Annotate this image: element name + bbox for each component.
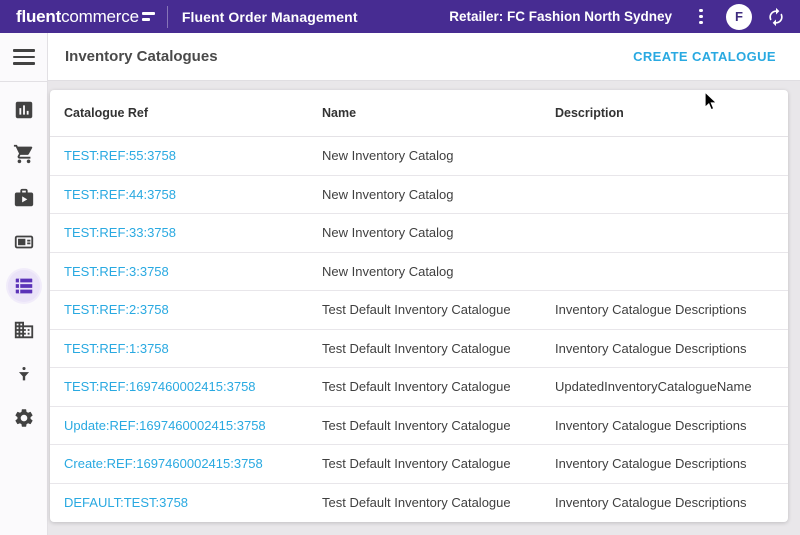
catalogue-ref-link[interactable]: TEST:REF:2:3758 [64,302,169,317]
catalogue-ref-link[interactable]: TEST:REF:1:3758 [64,341,169,356]
sidebar-item-settings[interactable] [8,402,40,434]
logo-equals-icon [142,12,155,20]
catalogue-name: New Inventory Catalog [322,225,555,240]
table-header-row: Catalogue Ref Name Description [50,90,788,137]
catalogue-description: Inventory Catalogue Descriptions [555,456,788,471]
catalogue-description: UpdatedInventoryCatalogueName [555,379,788,394]
table-body: TEST:REF:55:3758 New Inventory Catalog T… [50,137,788,522]
catalogues-table-card: Catalogue Ref Name Description TEST:REF:… [50,90,788,522]
catalogue-ref-link[interactable]: TEST:REF:33:3758 [64,225,176,240]
catalogue-name: Test Default Inventory Catalogue [322,418,555,433]
page-title: Inventory Catalogues [65,48,218,65]
table-row[interactable]: TEST:REF:1:3758 Test Default Inventory C… [50,330,788,369]
column-header-description: Description [555,106,788,120]
catalogue-ref-link[interactable]: Update:REF:1697460002415:3758 [64,418,266,433]
catalogue-name: Test Default Inventory Catalogue [322,341,555,356]
catalogue-ref-link[interactable]: TEST:REF:55:3758 [64,148,176,163]
table-row[interactable]: TEST:REF:2:3758 Test Default Inventory C… [50,291,788,330]
catalogue-name: Test Default Inventory Catalogue [322,379,555,394]
catalogue-name: Test Default Inventory Catalogue [322,495,555,510]
shopping-cart-icon [13,143,35,165]
catalogue-description: Inventory Catalogue Descriptions [555,302,788,317]
sidebar-item-orders[interactable] [8,138,40,170]
table-row[interactable]: TEST:REF:1697460002415:3758 Test Default… [50,368,788,407]
table-row[interactable]: TEST:REF:3:3758 New Inventory Catalog [50,253,788,292]
sidebar-item-locations[interactable] [8,314,40,346]
logo-text-light: commerce [61,8,139,25]
catalogue-name: New Inventory Catalog [322,148,555,163]
gear-icon [13,407,35,429]
table-row[interactable]: TEST:REF:55:3758 New Inventory Catalog [50,137,788,176]
sidebar-item-dashboard[interactable] [8,94,40,126]
sidebar-item-fulfilments[interactable] [8,182,40,214]
column-header-name: Name [322,106,555,120]
catalogue-name: Test Default Inventory Catalogue [322,456,555,471]
hamburger-menu-icon[interactable] [13,49,35,65]
sidebar-item-utilities[interactable] [8,358,40,390]
table-row[interactable]: TEST:REF:44:3758 New Inventory Catalog [50,176,788,215]
catalogue-description: Inventory Catalogue Descriptions [555,418,788,433]
refresh-icon[interactable] [766,7,786,27]
catalogue-name: New Inventory Catalog [322,264,555,279]
column-header-catalogue-ref: Catalogue Ref [50,106,322,120]
catalogue-description: Inventory Catalogue Descriptions [555,341,788,356]
card-panel-icon [13,231,35,253]
funnel-icon [13,363,35,385]
appbar-divider [167,6,168,28]
catalogue-ref-link[interactable]: TEST:REF:44:3758 [64,187,176,202]
fluentcommerce-logo[interactable]: fluentcommerce [16,8,155,25]
inventory-rows-icon [13,275,35,297]
more-options-icon[interactable] [692,6,710,28]
sidebar-item-inventory[interactable] [8,270,40,302]
table-row[interactable]: Update:REF:1697460002415:3758 Test Defau… [50,407,788,446]
app-header: fluentcommerce Fluent Order Management R… [0,0,800,33]
sidebar-item-payments[interactable] [8,226,40,258]
app-title: Fluent Order Management [182,9,358,25]
catalogue-ref-link[interactable]: TEST:REF:3:3758 [64,264,169,279]
table-row[interactable]: TEST:REF:33:3758 New Inventory Catalog [50,214,788,253]
bar-chart-icon [13,99,35,121]
catalogue-description: Inventory Catalogue Descriptions [555,495,788,510]
create-catalogue-button[interactable]: CREATE CATALOGUE [633,49,776,64]
table-row[interactable]: DEFAULT:TEST:3758 Test Default Inventory… [50,484,788,523]
retailer-label: Retailer: FC Fashion North Sydney [449,9,672,24]
catalogue-name: New Inventory Catalog [322,187,555,202]
table-row[interactable]: Create:REF:1697460002415:3758 Test Defau… [50,445,788,484]
building-icon [13,319,35,341]
avatar[interactable]: F [726,4,752,30]
sidebar [0,33,48,535]
catalogue-ref-link[interactable]: Create:REF:1697460002415:3758 [64,456,263,471]
catalogue-name: Test Default Inventory Catalogue [322,302,555,317]
page-titlebar: Inventory Catalogues CREATE CATALOGUE [48,33,800,81]
catalogue-ref-link[interactable]: TEST:REF:1697460002415:3758 [64,379,256,394]
catalogue-ref-link[interactable]: DEFAULT:TEST:3758 [64,495,188,510]
logo-text-bold: fluent [16,8,61,25]
briefcase-play-icon [13,187,35,209]
